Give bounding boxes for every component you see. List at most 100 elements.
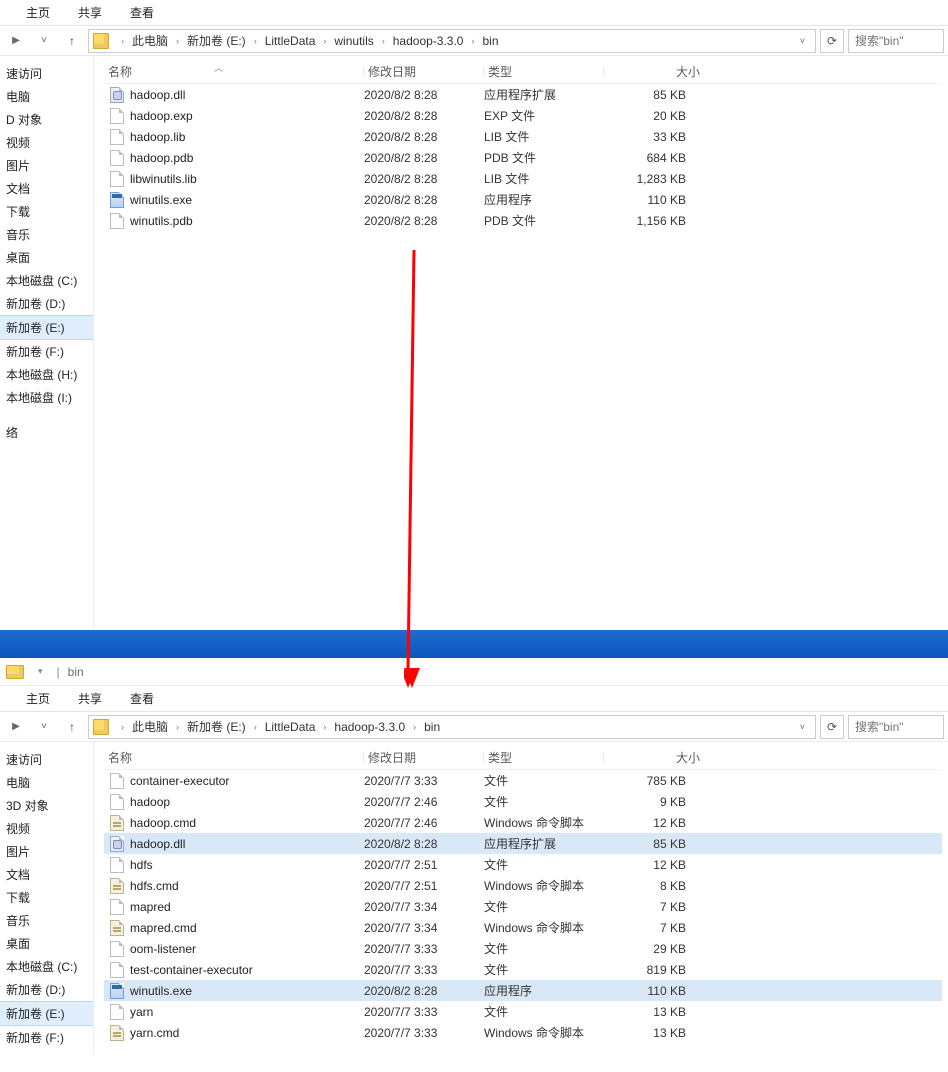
header-type[interactable]: 类型 [484,749,604,766]
file-row[interactable]: yarn.cmd2020/7/7 3:33Windows 命令脚本13 KB [104,1022,942,1043]
tree-item[interactable]: 音乐 [0,909,93,932]
file-row[interactable]: hadoop.cmd2020/7/7 2:46Windows 命令脚本12 KB [104,812,942,833]
header-size[interactable]: 大小 [604,749,704,766]
tree-item[interactable]: 桌面 [0,932,93,955]
file-row[interactable]: libwinutils.lib2020/8/2 8:28LIB 文件1,283 … [104,168,942,189]
address-bar[interactable]: › 此电脑 › 新加卷 (E:) › LittleData › hadoop-3… [88,715,816,739]
tree-item[interactable]: 下载 [0,886,93,909]
chevron-right-icon[interactable]: › [376,36,391,46]
ribbon-tab[interactable]: 共享 [64,686,116,711]
nav-forward-icon[interactable]: ▶ [4,715,28,739]
nav-recent-icon[interactable]: ˅ [32,715,56,739]
tree-item[interactable]: 3D 对象 [0,794,93,817]
file-row[interactable]: hadoop2020/7/7 2:46文件9 KB [104,791,942,812]
chevron-right-icon[interactable]: › [115,36,130,46]
search-input[interactable] [855,720,937,734]
file-row[interactable]: hdfs.cmd2020/7/7 2:51Windows 命令脚本8 KB [104,875,942,896]
crumb[interactable]: hadoop-3.3.0 [332,720,407,734]
chevron-down-icon[interactable]: ˅ [794,36,811,46]
ribbon-tab[interactable]: 查看 [116,686,168,711]
ribbon-tab[interactable]: 主页 [12,686,64,711]
file-row[interactable]: oom-listener2020/7/7 3:33文件29 KB [104,938,942,959]
file-row[interactable]: hadoop.dll2020/8/2 8:28应用程序扩展85 KB [104,84,942,105]
crumb[interactable]: 此电脑 [130,32,170,49]
file-row[interactable]: mapred2020/7/7 3:34文件7 KB [104,896,942,917]
tree-item[interactable]: 新加卷 (E:) [0,1001,93,1026]
nav-tree[interactable]: 速访问电脑D 对象视频图片文档下载音乐桌面本地磁盘 (C:)新加卷 (D:)新加… [0,56,94,628]
tree-item[interactable]: 电脑 [0,771,93,794]
file-row[interactable]: hadoop.dll2020/8/2 8:28应用程序扩展85 KB [104,833,942,854]
chevron-right-icon[interactable]: › [317,722,332,732]
search-box[interactable] [848,715,944,739]
tree-item[interactable]: D 对象 [0,108,93,131]
chevron-down-icon[interactable]: ▾ [32,666,49,677]
file-row[interactable]: hadoop.pdb2020/8/2 8:28PDB 文件684 KB [104,147,942,168]
nav-recent-icon[interactable]: ˅ [32,29,56,53]
tree-item[interactable]: 视频 [0,131,93,154]
file-row[interactable]: yarn2020/7/7 3:33文件13 KB [104,1001,942,1022]
chevron-right-icon[interactable]: › [407,722,422,732]
file-row[interactable]: hdfs2020/7/7 2:51文件12 KB [104,854,942,875]
tree-item[interactable]: 络 [0,421,93,444]
crumb[interactable]: bin [480,34,500,48]
search-box[interactable] [848,29,944,53]
ribbon-tab[interactable]: 主页 [12,0,64,25]
crumb[interactable]: hadoop-3.3.0 [391,34,466,48]
chevron-right-icon[interactable]: › [248,36,263,46]
tree-item[interactable]: 文档 [0,177,93,200]
header-type[interactable]: 类型 [484,63,604,80]
header-size[interactable]: 大小 [604,63,704,80]
crumb[interactable]: bin [422,720,442,734]
file-row[interactable]: hadoop.exp2020/8/2 8:28EXP 文件20 KB [104,105,942,126]
crumb[interactable]: LittleData [263,720,318,734]
nav-up-icon[interactable]: ↑ [60,715,84,739]
ribbon-tab[interactable]: 共享 [64,0,116,25]
crumb[interactable]: LittleData [263,34,318,48]
chevron-right-icon[interactable]: › [248,722,263,732]
file-row[interactable]: container-executor2020/7/7 3:33文件785 KB [104,770,942,791]
tree-item[interactable]: 新加卷 (F:) [0,340,93,363]
tree-item[interactable]: 音乐 [0,223,93,246]
tree-item[interactable]: 速访问 [0,748,93,771]
crumb[interactable]: winutils [332,34,375,48]
chevron-down-icon[interactable]: ˅ [794,722,811,732]
tree-item[interactable]: 新加卷 (D:) [0,292,93,315]
crumb[interactable]: 此电脑 [130,718,170,735]
tree-item[interactable]: 下载 [0,200,93,223]
tree-item[interactable]: 文档 [0,863,93,886]
refresh-button[interactable]: ⟳ [820,29,844,53]
chevron-right-icon[interactable]: › [115,722,130,732]
file-row[interactable]: test-container-executor2020/7/7 3:33文件81… [104,959,942,980]
tree-item[interactable]: 图片 [0,840,93,863]
tree-item[interactable]: 电脑 [0,85,93,108]
chevron-right-icon[interactable]: › [317,36,332,46]
header-date[interactable]: 修改日期 [364,749,484,766]
tree-item[interactable]: 桌面 [0,246,93,269]
ribbon-tab[interactable]: 查看 [116,0,168,25]
chevron-right-icon[interactable]: › [170,722,185,732]
tree-item[interactable]: 视频 [0,817,93,840]
tree-item[interactable]: 新加卷 (E:) [0,315,93,340]
nav-forward-icon[interactable]: ▶ [4,29,28,53]
tree-item[interactable]: 新加卷 (D:) [0,978,93,1001]
file-row[interactable]: winutils.exe2020/8/2 8:28应用程序110 KB [104,189,942,210]
crumb[interactable]: 新加卷 (E:) [185,718,248,735]
tree-item[interactable]: 本地磁盘 (C:) [0,955,93,978]
search-input[interactable] [855,34,937,48]
tree-item[interactable]: 本地磁盘 (H:) [0,363,93,386]
file-row[interactable]: hadoop.lib2020/8/2 8:28LIB 文件33 KB [104,126,942,147]
tree-item[interactable]: 本地磁盘 (I:) [0,386,93,409]
refresh-button[interactable]: ⟳ [820,715,844,739]
nav-tree[interactable]: 速访问电脑3D 对象视频图片文档下载音乐桌面本地磁盘 (C:)新加卷 (D:)新… [0,742,94,1055]
tree-item[interactable]: 本地磁盘 (C:) [0,269,93,292]
tree-item[interactable]: 速访问 [0,62,93,85]
file-row[interactable]: winutils.pdb2020/8/2 8:28PDB 文件1,156 KB [104,210,942,231]
header-name[interactable]: 名称 [104,749,364,766]
chevron-right-icon[interactable]: › [465,36,480,46]
header-name[interactable]: 名称︿ [104,63,364,80]
file-row[interactable]: mapred.cmd2020/7/7 3:34Windows 命令脚本7 KB [104,917,942,938]
nav-up-icon[interactable]: ↑ [60,29,84,53]
header-date[interactable]: 修改日期 [364,63,484,80]
chevron-right-icon[interactable]: › [170,36,185,46]
tree-item[interactable]: 新加卷 (F:) [0,1026,93,1049]
